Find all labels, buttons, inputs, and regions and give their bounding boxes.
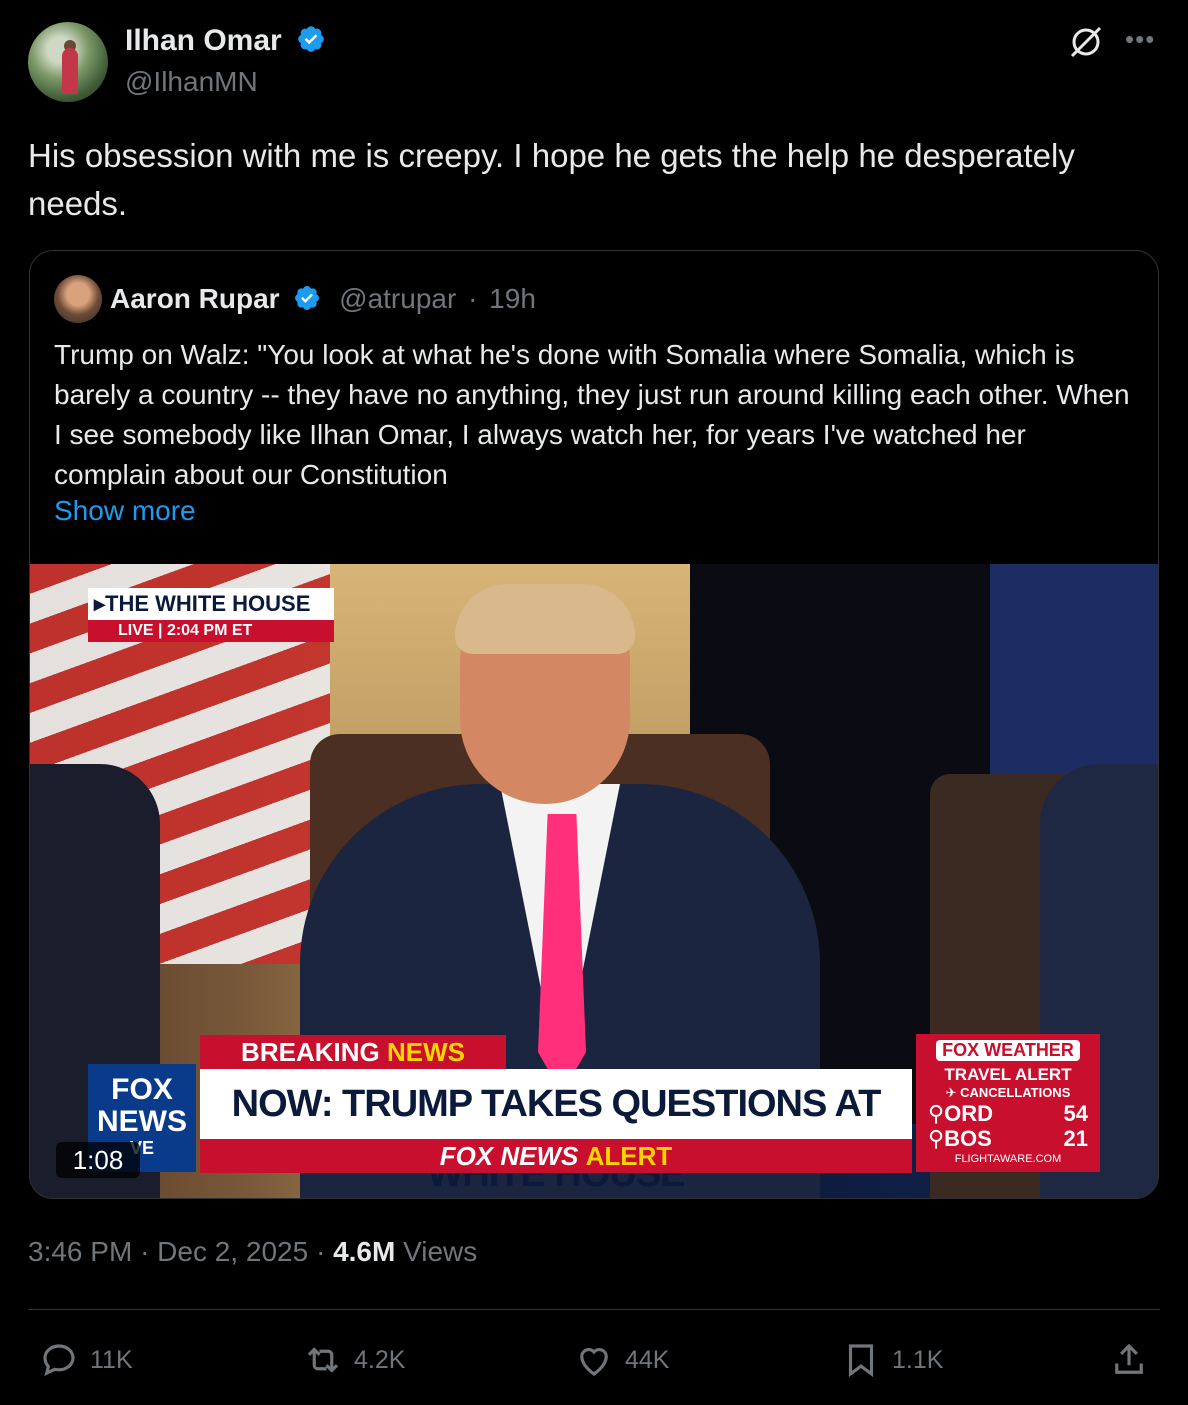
action-bar: 11K 4.2K 44K 1.1K bbox=[0, 1330, 1188, 1390]
weather-row: ⚲BOS 21 bbox=[916, 1126, 1100, 1151]
weather-source: FLIGHTAWARE.COM bbox=[954, 1153, 1062, 1165]
weather-value: 54 bbox=[1063, 1101, 1088, 1126]
author-name-row[interactable]: Ilhan Omar bbox=[125, 24, 326, 58]
show-more-link[interactable]: Show more bbox=[54, 495, 196, 527]
more-icon[interactable]: ••• bbox=[1125, 24, 1155, 55]
weather-title: FOX WEATHER bbox=[936, 1040, 1080, 1061]
quoted-tweet[interactable]: Aaron Rupar @atrupar · 19h Trump on Walz… bbox=[29, 250, 1159, 1199]
repost-icon bbox=[307, 1347, 339, 1373]
alert-prefix: FOX NEWS bbox=[439, 1141, 579, 1171]
grok-icon[interactable] bbox=[1068, 24, 1104, 60]
quote-separator: · bbox=[468, 283, 478, 314]
breaking-news-label: NEWS bbox=[386, 1037, 465, 1067]
quote-time[interactable]: 19h bbox=[489, 283, 536, 314]
repost-count: 4.2K bbox=[354, 1345, 406, 1374]
like-button[interactable]: 44K bbox=[573, 1330, 669, 1390]
speaker-hair bbox=[455, 584, 635, 654]
verified-badge-icon bbox=[298, 26, 324, 52]
reply-icon bbox=[43, 1344, 75, 1377]
fox-news-alert: FOX NEWS ALERT bbox=[200, 1139, 912, 1173]
white-house-bug: ▸THE WHITE HOUSE LIVE | 2:04 PM ET bbox=[88, 588, 334, 644]
logo-line1: FOX bbox=[111, 1073, 173, 1106]
breaking-news-banner: BREAKING NEWS bbox=[200, 1035, 506, 1069]
video-player[interactable]: ▸THE WHITE HOUSE LIVE | 2:04 PM ET BREAK… bbox=[30, 564, 1158, 1198]
weather-alert: TRAVEL ALERT bbox=[944, 1065, 1072, 1084]
bug-title: ▸THE WHITE HOUSE bbox=[88, 588, 334, 620]
bookmark-icon bbox=[848, 1344, 874, 1378]
weather-code: ⚲BOS bbox=[928, 1126, 992, 1151]
quote-author-row[interactable]: Aaron Rupar @atrupar · 19h bbox=[110, 283, 536, 315]
repost-button[interactable]: 4.2K bbox=[302, 1330, 405, 1390]
fox-weather-panel: FOX WEATHER TRAVEL ALERT ✈ CANCELLATIONS… bbox=[916, 1034, 1100, 1172]
weather-row: ⚲ORD 54 bbox=[916, 1101, 1100, 1126]
bug-time: | 2:04 PM ET bbox=[158, 622, 253, 639]
meta-separator: · bbox=[315, 1236, 326, 1267]
meta-separator: · bbox=[140, 1236, 150, 1267]
quote-author-avatar[interactable] bbox=[54, 275, 102, 323]
bug-live: LIVE bbox=[118, 622, 154, 639]
author-handle[interactable]: @IlhanMN bbox=[125, 66, 258, 98]
logo-line2: NEWS bbox=[97, 1105, 187, 1138]
bookmark-button[interactable]: 1.1K bbox=[840, 1330, 943, 1390]
views-count: 4.6M bbox=[333, 1236, 396, 1267]
weather-value: 21 bbox=[1063, 1126, 1088, 1151]
quote-author-name[interactable]: Aaron Rupar bbox=[110, 283, 280, 314]
like-icon bbox=[580, 1348, 608, 1376]
verified-badge-icon bbox=[295, 286, 320, 310]
chyron-headline: NOW: TRUMP TAKES QUESTIONS AT WHITE HOUS… bbox=[200, 1069, 912, 1195]
quote-text: Trump on Walz: "You look at what he's do… bbox=[54, 339, 1130, 490]
breaking-label: BREAKING bbox=[241, 1037, 380, 1067]
author-name[interactable]: Ilhan Omar bbox=[125, 24, 282, 57]
like-count: 44K bbox=[625, 1345, 670, 1374]
divider bbox=[28, 1309, 1160, 1310]
bug-live-row: LIVE | 2:04 PM ET bbox=[88, 620, 334, 642]
share-button[interactable] bbox=[1108, 1330, 1160, 1390]
video-duration: 1:08 bbox=[56, 1142, 140, 1178]
quote-author-handle[interactable]: @atrupar bbox=[339, 283, 456, 314]
alert-word: ALERT bbox=[585, 1141, 673, 1171]
tweet-date[interactable]: Dec 2, 2025 bbox=[157, 1236, 308, 1267]
weather-code: ⚲ORD bbox=[928, 1101, 994, 1126]
reply-count: 11K bbox=[90, 1345, 133, 1374]
tweet-meta: 3:46 PM · Dec 2, 2025 · 4.6M Views bbox=[28, 1236, 477, 1268]
weather-cancellations: ✈ CANCELLATIONS bbox=[945, 1085, 1071, 1100]
tweet-time[interactable]: 3:46 PM bbox=[28, 1236, 132, 1267]
bookmark-count: 1.1K bbox=[892, 1345, 944, 1374]
views-label: Views bbox=[403, 1236, 478, 1267]
share-icon bbox=[1115, 1343, 1143, 1374]
reply-button[interactable]: 11K bbox=[38, 1330, 133, 1390]
author-avatar[interactable] bbox=[28, 22, 108, 102]
tweet-text: His obsession with me is creepy. I hope … bbox=[28, 137, 1075, 222]
